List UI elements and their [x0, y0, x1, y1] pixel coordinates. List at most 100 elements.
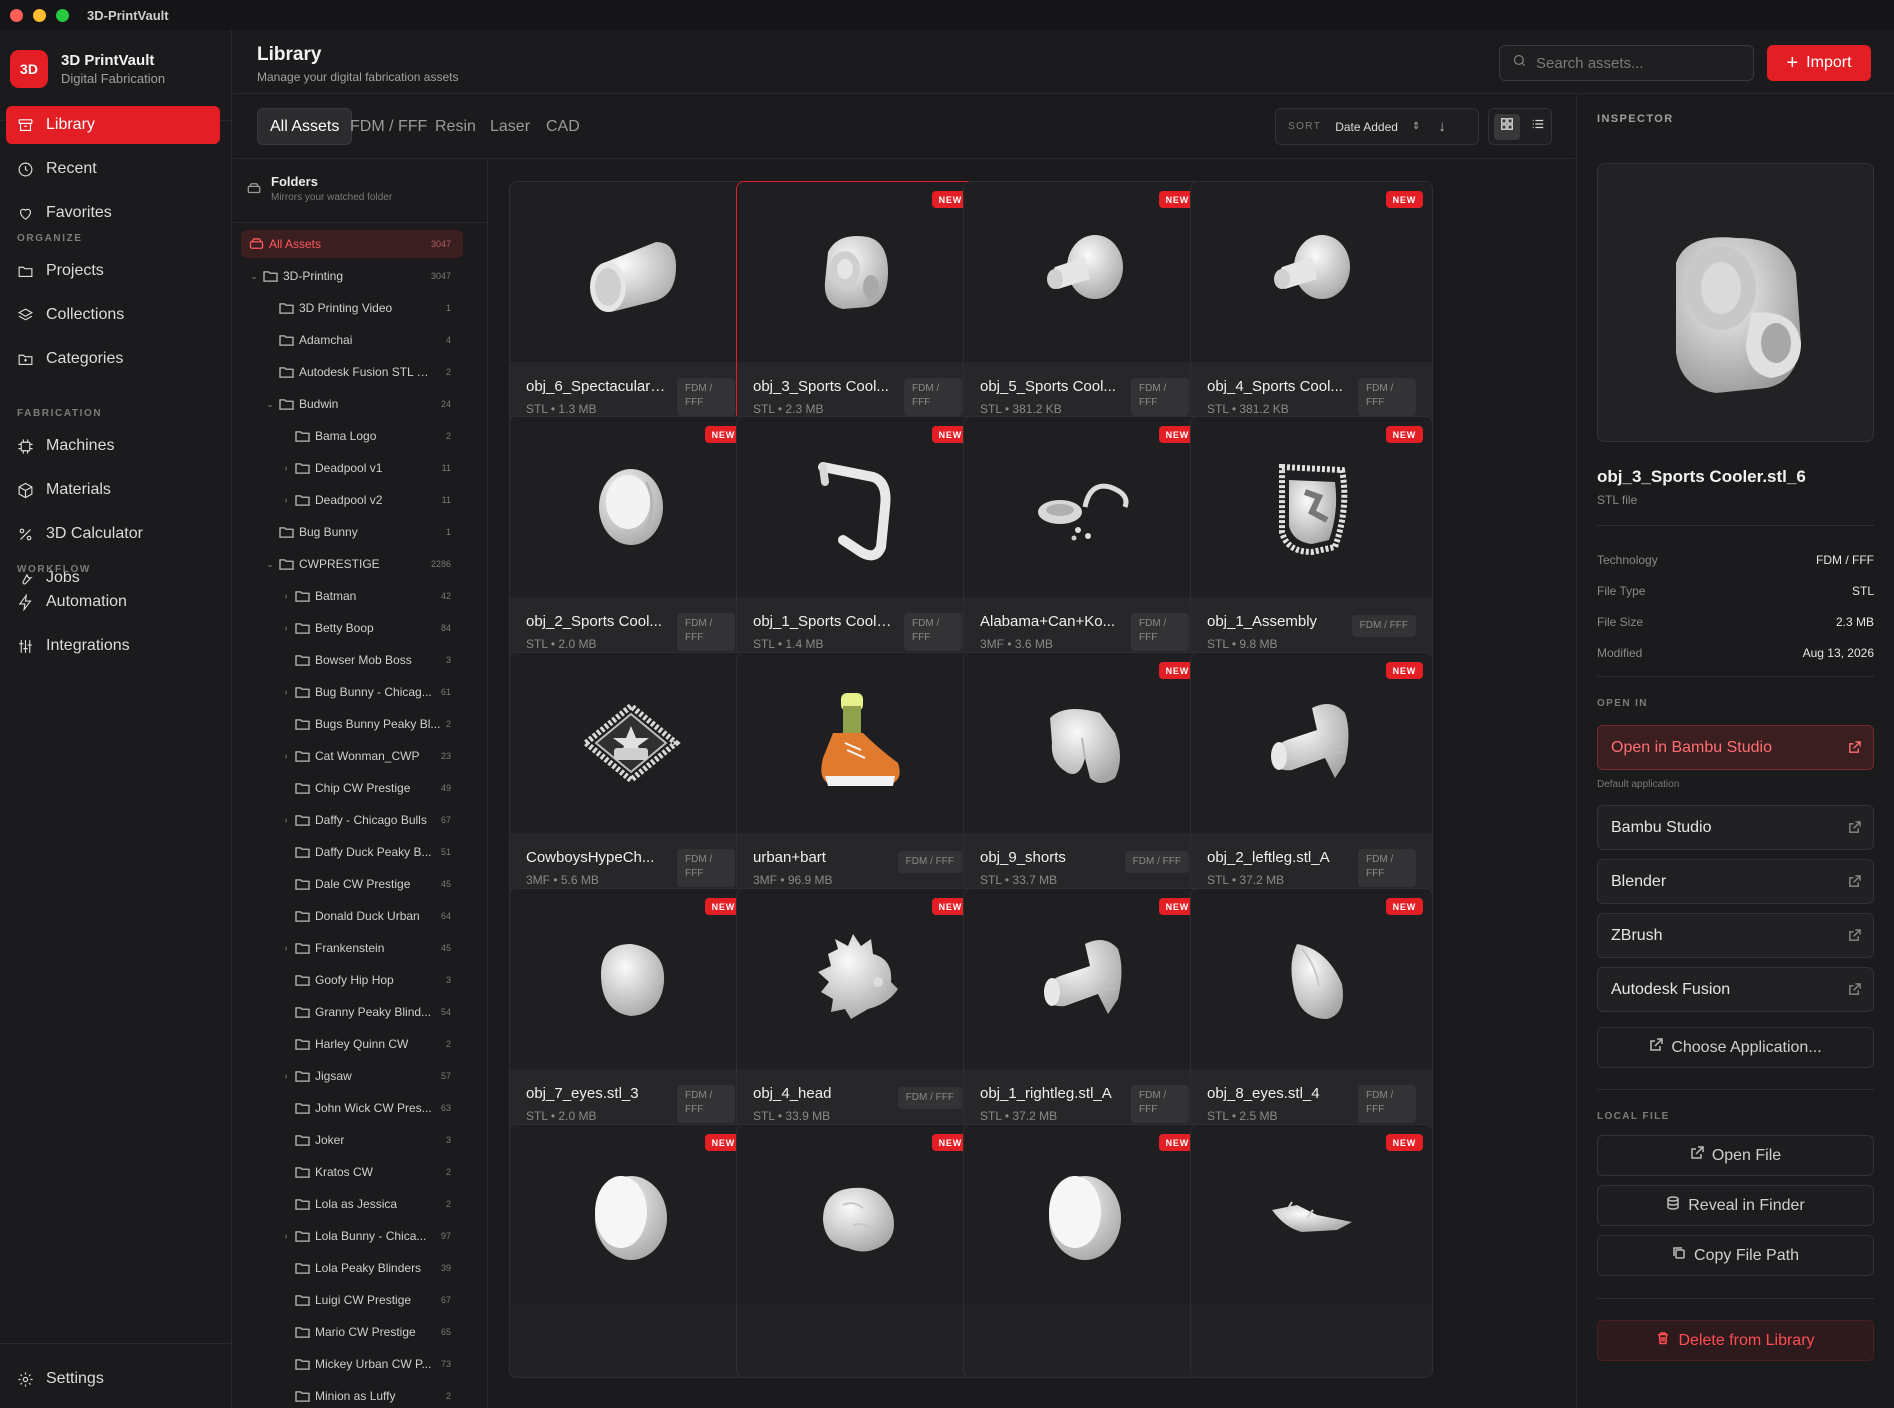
chevron-icon[interactable]: ›: [281, 1231, 291, 1241]
tab-cad[interactable]: CAD: [534, 108, 592, 145]
sidebar-item-3d-calculator[interactable]: 3D Calculator: [6, 515, 220, 553]
asset-card[interactable]: NEW obj_1_Sports Coole... STL • 1.4 MB F…: [736, 416, 979, 670]
folder-item[interactable]: › Daffy - Chicago Bulls 67: [241, 806, 463, 834]
folder-item[interactable]: Bugs Bunny Peaky Bl... 2: [241, 710, 463, 738]
chevron-icon[interactable]: ›: [281, 623, 291, 633]
app-zbrush-button[interactable]: ZBrush: [1597, 913, 1874, 958]
asset-card[interactable]: NEW: [509, 1124, 752, 1378]
folder-item[interactable]: Lola Peaky Blinders 39: [241, 1254, 463, 1282]
folder-item[interactable]: › Deadpool v2 11: [241, 486, 463, 514]
folder-item[interactable]: Donald Duck Urban 64: [241, 902, 463, 930]
chevron-icon[interactable]: ›: [281, 943, 291, 953]
copy-path-button[interactable]: Copy File Path: [1597, 1235, 1874, 1276]
sort-direction-arrow-icon[interactable]: ↓: [1438, 118, 1446, 135]
folder-item[interactable]: › Cat Wonman_CWP 23: [241, 742, 463, 770]
folder-item[interactable]: Lola as Jessica 2: [241, 1190, 463, 1218]
folder-item[interactable]: Daffy Duck Peaky B... 51: [241, 838, 463, 866]
open-in-bambu-button[interactable]: Open in Bambu Studio: [1597, 725, 1874, 770]
asset-card[interactable]: urban+bart 3MF • 96.9 MB FDM / FFF: [736, 652, 979, 906]
folder-item[interactable]: Bug Bunny 1: [241, 518, 463, 546]
app-blender-button[interactable]: Blender: [1597, 859, 1874, 904]
chevron-icon[interactable]: ›: [281, 1071, 291, 1081]
folder-item[interactable]: › Lola Bunny - Chica... 97: [241, 1222, 463, 1250]
sidebar-item-library[interactable]: Library: [6, 106, 220, 144]
chevron-icon[interactable]: ⌄: [265, 399, 275, 410]
search-input[interactable]: [1536, 54, 1736, 72]
asset-card[interactable]: NEW obj_4_head STL • 33.9 MB FDM / FFF: [736, 888, 979, 1142]
sidebar-item-recent[interactable]: Recent: [6, 150, 220, 188]
sidebar-item-favorites[interactable]: Favorites: [6, 194, 220, 232]
sidebar-item-machines[interactable]: Machines: [6, 427, 220, 465]
sidebar-item-materials[interactable]: Materials: [6, 471, 220, 509]
folder-item[interactable]: › Betty Boop 84: [241, 614, 463, 642]
folder-item[interactable]: Bama Logo 2: [241, 422, 463, 450]
open-file-button[interactable]: Open File: [1597, 1135, 1874, 1176]
delete-from-library-button[interactable]: Delete from Library: [1597, 1320, 1874, 1361]
chevron-icon[interactable]: ⌄: [249, 271, 259, 282]
asset-card[interactable]: NEW: [736, 1124, 979, 1378]
chevron-icon[interactable]: ›: [281, 463, 291, 473]
sidebar-item-automation[interactable]: Automation: [6, 583, 220, 621]
sort-select[interactable]: SORT Date Added ⇕ ↓: [1275, 108, 1479, 145]
folder-item[interactable]: Goofy Hip Hop 3: [241, 966, 463, 994]
asset-card[interactable]: NEW: [963, 1124, 1206, 1378]
grid-view-button[interactable]: [1494, 113, 1520, 140]
chevron-icon[interactable]: ›: [281, 495, 291, 505]
folder-item[interactable]: Dale CW Prestige 45: [241, 870, 463, 898]
asset-card[interactable]: NEW: [1190, 1124, 1433, 1378]
folder-item[interactable]: › Frankenstein 45: [241, 934, 463, 962]
list-view-button[interactable]: [1525, 114, 1551, 140]
asset-card[interactable]: NEW obj_2_Sports Cool... STL • 2.0 MB FD…: [509, 416, 752, 670]
folder-item[interactable]: › Bug Bunny - Chicag... 61: [241, 678, 463, 706]
asset-card[interactable]: NEW Alabama+Can+Ko... 3MF • 3.6 MB FDM /…: [963, 416, 1206, 670]
folder-item[interactable]: Harley Quinn CW 2: [241, 1030, 463, 1058]
folder-item[interactable]: › Batman 42: [241, 582, 463, 610]
folder-item[interactable]: ⌄ 3D-Printing 3047: [241, 262, 463, 290]
app-autodesk-fusion-button[interactable]: Autodesk Fusion: [1597, 967, 1874, 1012]
app-bambu-studio-button[interactable]: Bambu Studio: [1597, 805, 1874, 850]
folder-item[interactable]: Minion as Luffy 2: [241, 1382, 463, 1408]
folder-item[interactable]: 3D Printing Video 1: [241, 294, 463, 322]
folder-item[interactable]: Kratos CW 2: [241, 1158, 463, 1186]
sidebar-item-integrations[interactable]: Integrations: [6, 627, 220, 665]
folder-item[interactable]: Autodesk Fusion STL Fi... 2: [241, 358, 463, 386]
asset-card[interactable]: NEW obj_1_rightleg.stl_A STL • 37.2 MB F…: [963, 888, 1206, 1142]
folder-item[interactable]: Granny Peaky Blind... 54: [241, 998, 463, 1026]
asset-card[interactable]: NEW obj_5_Sports Cool... STL • 381.2 KB …: [963, 181, 1206, 435]
sidebar-item-settings[interactable]: Settings: [6, 1360, 220, 1398]
zoom-window-button[interactable]: [56, 8, 69, 22]
asset-card[interactable]: NEW obj_1_Assembly STL • 9.8 MB FDM / FF…: [1190, 416, 1433, 670]
minimize-window-button[interactable]: [33, 8, 46, 22]
chevron-icon[interactable]: ›: [281, 815, 291, 825]
chevron-icon[interactable]: ⌄: [265, 559, 275, 570]
folder-item[interactable]: All Assets 3047: [241, 230, 463, 258]
asset-card[interactable]: CowboysHypeCh... 3MF • 5.6 MB FDM / FFF: [509, 652, 752, 906]
tab-laser[interactable]: Laser: [478, 108, 542, 145]
asset-card[interactable]: NEW obj_8_eyes.stl_4 STL • 2.5 MB FDM / …: [1190, 888, 1433, 1142]
reveal-in-finder-button[interactable]: Reveal in Finder: [1597, 1185, 1874, 1226]
sidebar-item-categories[interactable]: Categories: [6, 340, 220, 378]
folder-item[interactable]: Mario CW Prestige 65: [241, 1318, 463, 1346]
asset-card[interactable]: obj_6_Spectacular ... STL • 1.3 MB FDM /…: [509, 181, 752, 435]
folder-item[interactable]: › Deadpool v1 11: [241, 454, 463, 482]
asset-card[interactable]: NEW obj_7_eyes.stl_3 STL • 2.0 MB FDM / …: [509, 888, 752, 1142]
folder-item[interactable]: › Jigsaw 57: [241, 1062, 463, 1090]
asset-card[interactable]: NEW obj_9_shorts STL • 33.7 MB FDM / FFF: [963, 652, 1206, 906]
folder-item[interactable]: ⌄ Budwin 24: [241, 390, 463, 418]
folder-item[interactable]: Joker 3: [241, 1126, 463, 1154]
import-button[interactable]: + Import: [1767, 45, 1871, 81]
folder-item[interactable]: John Wick CW Pres... 63: [241, 1094, 463, 1122]
sidebar-item-collections[interactable]: Collections: [6, 296, 220, 334]
asset-card[interactable]: NEW obj_3_Sports Cool... STL • 2.3 MB FD…: [736, 181, 979, 435]
folder-item[interactable]: Chip CW Prestige 49: [241, 774, 463, 802]
chevron-icon[interactable]: ›: [281, 591, 291, 601]
asset-card[interactable]: NEW obj_2_leftleg.stl_A STL • 37.2 MB FD…: [1190, 652, 1433, 906]
choose-application-button[interactable]: Choose Application...: [1597, 1027, 1874, 1068]
asset-card[interactable]: NEW obj_4_Sports Cool... STL • 381.2 KB …: [1190, 181, 1433, 435]
folder-item[interactable]: Luigi CW Prestige 67: [241, 1286, 463, 1314]
folder-item[interactable]: Bowser Mob Boss 3: [241, 646, 463, 674]
sidebar-item-projects[interactable]: Projects: [6, 252, 220, 290]
chevron-icon[interactable]: ›: [281, 751, 291, 761]
chevron-icon[interactable]: ›: [281, 687, 291, 697]
close-window-button[interactable]: [10, 8, 23, 22]
